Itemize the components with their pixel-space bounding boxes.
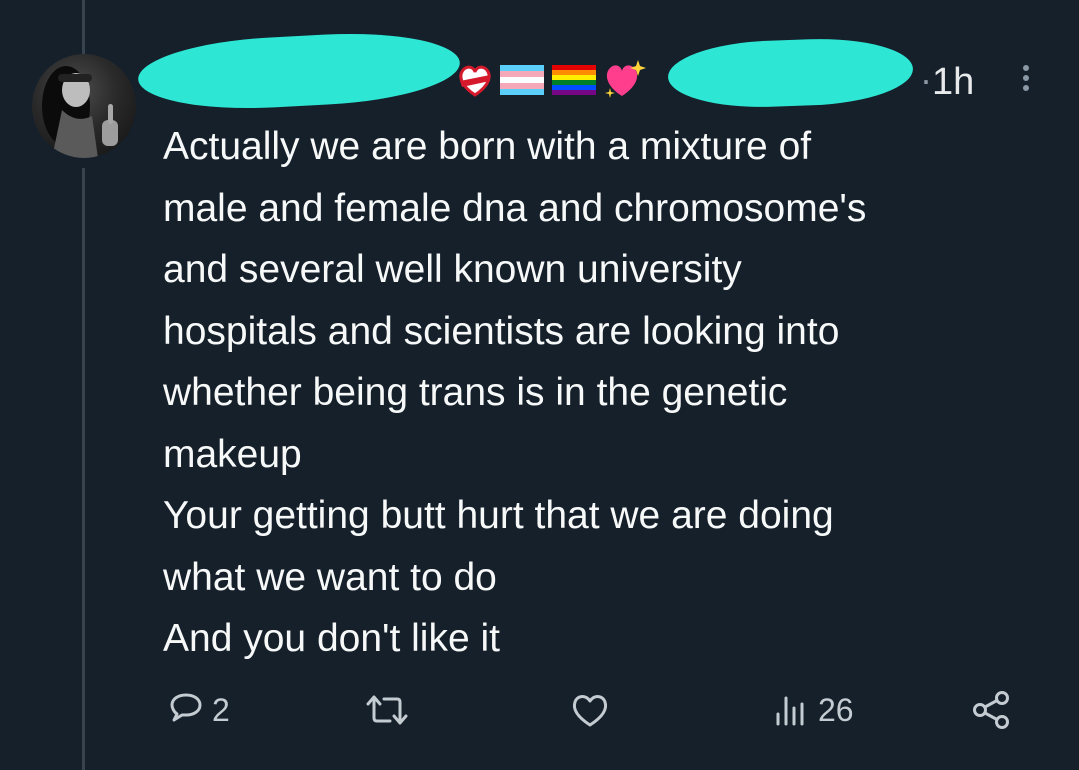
tweet-text-line: makeup [163,432,302,476]
more-options-icon[interactable] [1014,60,1038,96]
tweet-actions-bar: 2 26 [0,680,1079,740]
heart-icon [572,695,608,727]
analytics-icon [776,696,804,726]
retweet-icon [366,695,408,725]
view-count: 26 [818,691,854,728]
display-name-redacted[interactable] [136,27,462,115]
flag-heart-icon [459,65,491,97]
time-separator: · [920,59,932,100]
rainbow-flag-icon [552,65,596,95]
reply-icon [170,693,202,722]
display-name-emojis [456,58,646,102]
tweet-text-line: whether being trans is in the genetic [163,371,788,414]
sparkling-heart-icon [605,60,646,98]
views-button[interactable]: 26 [772,680,854,740]
like-button[interactable] [569,680,617,740]
reply-count: 2 [212,691,230,728]
share-button[interactable] [970,680,1014,740]
avatar[interactable] [32,54,136,158]
reply-button[interactable]: 2 [166,680,230,740]
handle-redacted[interactable] [666,35,915,111]
trans-flag-icon [500,65,544,95]
thread-line-top [82,0,85,54]
tweet-text-line: Your getting butt hurt that we are doing [163,494,834,537]
tweet-text-line: male and female dna and chromosome's [163,186,867,230]
tweet-text: Actually we are born with a mixture of m… [163,116,1063,670]
tweet-timestamp[interactable]: 1h [932,60,974,104]
retweet-button[interactable] [364,680,416,740]
tweet-text-line: and several well known university [163,248,742,291]
share-icon [973,691,1009,729]
tweet-text-line: hospitals and scientists are looking int… [163,309,840,353]
tweet-text-line: And you don't like it [163,617,500,660]
avatar-photo [42,66,118,158]
tweet-text-line: what we want to do [163,555,497,599]
tweet-text-line: Actually we are born with a mixture of [163,125,812,168]
